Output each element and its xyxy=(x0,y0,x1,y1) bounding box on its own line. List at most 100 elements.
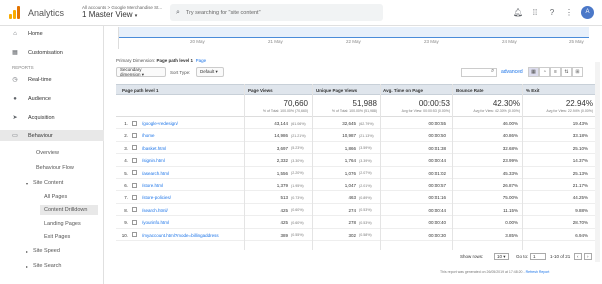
help-icon[interactable]: ? xyxy=(547,6,557,19)
sidebar-item-site-speed[interactable]: ▸ Site Speed xyxy=(26,246,60,256)
generated-note: This report was generated on 26/05/2019 … xyxy=(440,270,525,274)
row-avg-time: 00:00:44 xyxy=(428,207,446,213)
row-exit: 33.18% xyxy=(572,133,588,139)
goto-label: Go to: xyxy=(516,254,529,259)
search-bar[interactable]: ⌕ Try searching for "site content" xyxy=(170,4,383,21)
pie-view-icon[interactable]: ◔ xyxy=(539,67,550,77)
row-number: 9. xyxy=(124,220,128,226)
row-page-views: 1,379 xyxy=(276,183,288,188)
dimension-option-page[interactable]: Page xyxy=(196,58,207,63)
row-page-path-link[interactable]: /search.html/ xyxy=(142,208,168,213)
row-page-path-link[interactable]: /store-policies/ xyxy=(142,195,171,200)
bar-view-icon[interactable]: ≡ xyxy=(550,67,561,77)
rows-per-page-select[interactable]: 10 ▾ xyxy=(494,253,509,260)
row-unique-views: 1,764 xyxy=(344,158,356,164)
row-checkbox[interactable] xyxy=(132,207,137,213)
sidebar-item-overview[interactable]: Overview xyxy=(36,148,59,158)
next-page-button[interactable]: › xyxy=(584,253,592,260)
advanced-link[interactable]: advanced xyxy=(501,69,523,75)
more-icon[interactable]: ⋮ xyxy=(564,6,574,19)
sort-type-select[interactable]: Default ▾ xyxy=(196,67,224,77)
row-page-path-link[interactable]: /yourinfo.html xyxy=(142,220,169,225)
row-exit: 19.43% xyxy=(572,121,588,126)
row-page-path-link[interactable]: /myaccount.html?mode=billingaddress xyxy=(142,233,219,238)
row-checkbox[interactable] xyxy=(132,145,137,151)
table-row: 1. /google+redesign/43,144 (61.06%) 32,645(… xyxy=(116,117,596,130)
sidebar-item-exit-pages[interactable]: Exit Pages xyxy=(44,232,70,242)
header-page-path[interactable]: Page path level 1 xyxy=(122,88,159,93)
primary-dimension-label: Primary Dimension: xyxy=(116,58,156,63)
row-page-path-link[interactable]: /basket.html xyxy=(142,146,166,151)
sidebar-item-audience[interactable]: ● Audience xyxy=(0,93,104,104)
row-checkbox[interactable] xyxy=(132,157,137,163)
row-checkbox[interactable] xyxy=(132,120,137,126)
table-view-icon[interactable]: ▦ xyxy=(528,67,539,77)
row-avg-time: 00:00:40 xyxy=(428,220,446,226)
scrollbar[interactable] xyxy=(595,62,600,262)
row-checkbox[interactable] xyxy=(132,132,137,138)
total-exit: 22.94% xyxy=(565,99,593,108)
sidebar-item-behaviour[interactable]: ▭ Behaviour xyxy=(0,130,104,141)
row-number: 5. xyxy=(124,170,128,176)
row-checkbox[interactable] xyxy=(132,219,137,225)
chart-tick-label: 24 May xyxy=(502,39,517,44)
table-row: 5. /asearch.html 1,556 (2.20%) 1,076 (2.07%) 0… xyxy=(116,167,596,179)
analytics-logo-icon[interactable] xyxy=(8,5,22,20)
sidebar-item-behaviour-flow[interactable]: Behaviour Flow xyxy=(36,163,74,173)
row-avg-time: 00:00:30 xyxy=(428,232,446,238)
sidebar-item-home[interactable]: ⌂ Home xyxy=(0,28,104,39)
sidebar-item-acquisition[interactable]: ➤ Acquisition xyxy=(0,112,104,123)
row-unique-views-pct: (62.79%) xyxy=(359,121,374,126)
row-page-path-link[interactable]: /signin.html xyxy=(142,158,165,163)
prev-page-button[interactable]: ‹ xyxy=(574,253,582,260)
reports-section-label: REPORTS xyxy=(12,65,34,70)
table-row: 9. /yourinfo.html 425 (0.60%) 278 (0.53%) 00:0… xyxy=(116,216,596,229)
row-page-path-link[interactable]: /asearch.html xyxy=(142,171,169,176)
row-exit: 14.37% xyxy=(572,158,588,164)
header-avg-time[interactable]: Avg. Time on Page xyxy=(383,88,423,93)
sidebar-item-content-drilldown[interactable]: Content Drilldown xyxy=(40,205,98,215)
sidebar-item-customisation[interactable]: ▦ Customisation xyxy=(0,47,104,58)
row-page-path-link[interactable]: /store.html xyxy=(142,183,163,188)
sidebar-item-all-pages[interactable]: All Pages xyxy=(44,192,67,202)
goto-page-input[interactable]: 1 xyxy=(530,253,546,260)
row-exit: 44.25% xyxy=(572,195,588,201)
header-page-views[interactable]: Page Views xyxy=(248,88,273,93)
row-bounce-rate: 0.00% xyxy=(505,220,518,226)
row-checkbox[interactable] xyxy=(132,170,137,176)
row-unique-views-pct: (3.59%) xyxy=(359,146,372,151)
row-checkbox[interactable] xyxy=(132,182,137,188)
bell-icon[interactable]: 🔔︎ xyxy=(513,6,523,19)
row-page-path-link[interactable]: /google+redesign/ xyxy=(142,121,178,126)
sidebar-item-site-search[interactable]: ▸ Site Search xyxy=(26,261,61,271)
row-bounce-rate: 32.68% xyxy=(502,145,518,151)
row-page-views-pct: (0.60%) xyxy=(291,220,304,225)
view-name[interactable]: 1 Master View ▾ xyxy=(82,11,162,19)
row-avg-time: 00:01:38 xyxy=(428,145,446,151)
row-number: 10. xyxy=(121,232,128,238)
header-bounce-rate[interactable]: Bounce Rate xyxy=(456,88,484,93)
secondary-dimension-button[interactable]: Secondary dimension ▾ xyxy=(116,67,166,77)
page-range: 1-10 of 21 xyxy=(550,254,571,259)
sidebar-item-realtime[interactable]: ◷ Real-time xyxy=(0,74,104,85)
account-selector[interactable]: All accounts > Google Merchandise St... … xyxy=(82,5,162,20)
sidebar-item-landing-pages[interactable]: Landing Pages xyxy=(44,219,81,229)
row-page-views: 513 xyxy=(280,195,288,201)
row-bounce-rate: 40.86% xyxy=(502,133,518,139)
row-page-views-pct: (0.73%) xyxy=(291,195,304,200)
row-page-path-link[interactable]: /home xyxy=(142,133,155,138)
total-avg-time-sub: Avg for View: 00:00:53 (0.00%) xyxy=(401,109,450,113)
dimension-option-selected[interactable]: Page path level 1 xyxy=(157,58,194,63)
row-checkbox[interactable] xyxy=(132,232,137,238)
apps-icon[interactable]: ⁞⁞ xyxy=(530,6,540,19)
header-unique-views[interactable]: Unique Page Views xyxy=(316,88,357,93)
compare-view-icon[interactable]: ⇅ xyxy=(561,67,572,77)
row-checkbox[interactable] xyxy=(132,194,137,200)
search-icon[interactable]: ⌕ xyxy=(491,68,494,75)
sidebar-item-site-content[interactable]: ▾ Site Content xyxy=(26,178,63,188)
total-unique-sub: % of Total: 100.00% (51,988) xyxy=(331,109,377,113)
pivot-view-icon[interactable]: ⊞ xyxy=(572,67,583,77)
refresh-report-link[interactable]: Refresh Report xyxy=(526,270,550,274)
header-exit[interactable]: % Exit xyxy=(526,88,540,93)
avatar[interactable]: A xyxy=(581,6,594,19)
